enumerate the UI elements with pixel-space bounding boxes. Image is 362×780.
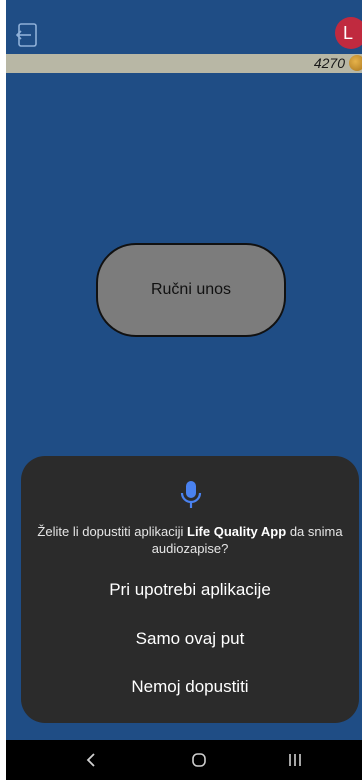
top-bar: L xyxy=(6,0,362,54)
manual-entry-label: Ručni unos xyxy=(150,281,232,298)
points-value: 4270 xyxy=(313,55,345,71)
nav-back-button[interactable] xyxy=(76,740,106,780)
avatar[interactable]: L xyxy=(335,17,362,49)
home-icon xyxy=(192,753,206,767)
allow-while-using-button[interactable]: Pri upotrebi aplikacije xyxy=(41,572,339,608)
points-bar: 4270 xyxy=(6,54,362,73)
manual-entry-button[interactable]: Ručni unos xyxy=(96,243,286,337)
permission-dialog: Želite li dopustiti aplikaciji Life Qual… xyxy=(21,456,359,723)
dialog-message: Želite li dopustiti aplikaciji Life Qual… xyxy=(29,523,351,557)
microphone-icon xyxy=(180,481,202,508)
allow-once-button[interactable]: Samo ovaj put xyxy=(41,621,339,657)
back-icon xyxy=(86,753,95,767)
nav-recents-button[interactable] xyxy=(280,740,310,780)
dialog-app-name: Life Quality App xyxy=(187,524,287,539)
nav-home-button[interactable] xyxy=(184,740,214,780)
deny-button[interactable]: Nemoj dopustiti xyxy=(41,669,339,705)
logout-icon[interactable] xyxy=(16,22,42,48)
dialog-message-prefix: Želite li dopustiti aplikaciji xyxy=(37,524,187,539)
coin-icon xyxy=(349,55,362,71)
app-screen: L 4270 Ručni unos Želite li dopustiti ap… xyxy=(6,0,362,780)
system-nav-bar xyxy=(6,740,362,780)
recents-icon xyxy=(289,754,301,766)
